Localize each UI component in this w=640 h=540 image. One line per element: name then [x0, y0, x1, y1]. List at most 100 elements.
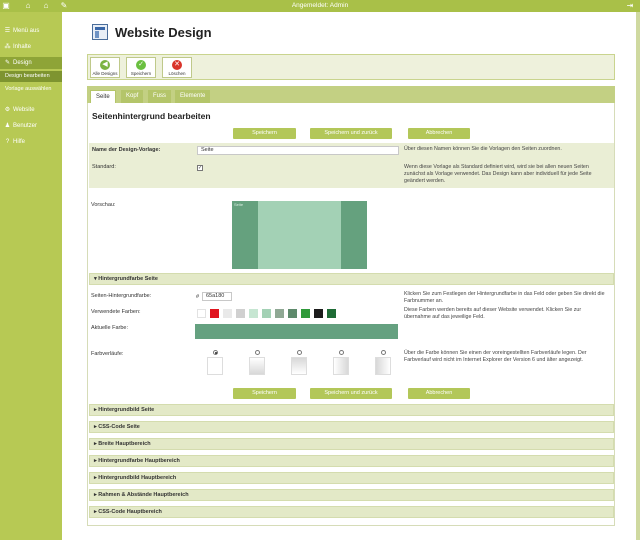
top-bar: ▣ ⌂ ⌂ ✎ Angemeldet: Admin ⇥	[0, 0, 640, 12]
sidebar-subitem-edit-design[interactable]: Design bearbeiten	[0, 71, 62, 82]
accordion-bgimage-main[interactable]: ▸ Hintergrundbild Hauptbereich	[89, 472, 614, 484]
color-swatch[interactable]	[288, 309, 297, 318]
sidebar-item-design[interactable]: ✎ Design	[0, 57, 62, 69]
sidebar-item-menu-toggle[interactable]: ☰ Menü aus	[0, 25, 62, 37]
color-swatch[interactable]	[275, 309, 284, 318]
arrow-left-icon: ◀	[100, 60, 110, 70]
bgcolor-input[interactable]: 65a180	[202, 292, 232, 301]
accordion-width-main[interactable]: ▸ Breite Hauptbereich	[89, 438, 614, 450]
save-and-back-button[interactable]: Speichern und zurück	[310, 128, 392, 139]
color-swatch[interactable]	[262, 309, 271, 318]
all-designs-button[interactable]: ◀ Alle Designs	[90, 57, 120, 78]
accordion-title: ▸ Rahmen & Abstände Hauptbereich	[94, 490, 189, 501]
gradient-radio-2[interactable]	[297, 350, 302, 355]
template-name-label: Name der Design-Vorlage:	[92, 147, 161, 153]
gradient-help: Über die Farbe können Sie einen der vore…	[404, 350, 587, 363]
sidebar-item-label: Benutzer	[13, 123, 38, 129]
login-status: Angemeldet: Admin	[291, 2, 349, 9]
accordion-bgcolor-main[interactable]: ▸ Hintergrundfarbe Hauptbereich	[89, 455, 614, 467]
tab-page[interactable]: Seite	[90, 90, 116, 103]
sidebar-item-label: Menü aus	[13, 28, 40, 34]
preview-side-right	[341, 201, 367, 269]
used-colors-label: Verwendete Farben:	[91, 309, 141, 315]
users-icon: ♟	[4, 123, 11, 129]
sidebar-item-label: Design	[13, 60, 32, 66]
website-design-icon	[92, 24, 108, 40]
gradient-label: Farbverläufe:	[91, 351, 124, 357]
sidebar-item-website[interactable]: ⚙ Website	[0, 104, 62, 116]
cancel-button[interactable]: Abbrechen	[408, 128, 470, 139]
sidebar-item-label: Hilfe	[13, 139, 26, 145]
sidebar-item-label: Website	[13, 107, 35, 113]
bgcolor-section-header[interactable]: ▾ Hintergrundfarbe Seite	[89, 273, 614, 285]
gradient-preview-3[interactable]	[333, 357, 349, 375]
accordion-css-main[interactable]: ▸ CSS-Code Hauptbereich	[89, 506, 614, 518]
gradient-preview-1[interactable]	[249, 357, 265, 375]
help-icon: ?	[5, 139, 10, 145]
bgcolor-help: Klicken Sie zum Festlegen der Hintergrun…	[404, 291, 605, 304]
template-name-help: Über diesen Namen können Sie die Vorlage…	[404, 146, 562, 152]
standard-label: Standard:	[92, 164, 116, 170]
accordion-label: CSS-Code Hauptbereich	[98, 509, 162, 515]
gradient-radio-1[interactable]	[255, 350, 260, 355]
save-button-bottom[interactable]: Speichern	[233, 388, 296, 399]
button-label: Alle Designs	[92, 71, 118, 76]
design-preview: Seite	[232, 201, 367, 269]
logout-icon[interactable]: ⇥	[626, 2, 634, 10]
save-button[interactable]: Speichern	[233, 128, 296, 139]
color-swatch[interactable]	[197, 309, 206, 318]
accordion-bg-image-page[interactable]: ▸ Hintergrundbild Seite	[89, 404, 614, 416]
sidebar-item-users[interactable]: ♟ Benutzer	[0, 120, 62, 132]
bgcolor-label: Seiten-Hintergrundfarbe:	[91, 293, 152, 299]
bgcolor-section-title: ▾ Hintergrundfarbe Seite	[94, 274, 158, 285]
cancel-button-bottom[interactable]: Abbrechen	[408, 388, 470, 399]
accordion-label: CSS-Code Seite	[98, 424, 140, 430]
toolbar: ◀ Alle Designs ✓ Speichern ✕ Löschen	[87, 54, 615, 80]
color-swatch[interactable]	[236, 309, 245, 318]
preview-label: Vorschau:	[91, 202, 116, 208]
gradient-radio-4[interactable]	[381, 350, 386, 355]
accordion-border-main[interactable]: ▸ Rahmen & Abstände Hauptbereich	[89, 489, 614, 501]
gradient-preview-2[interactable]	[291, 357, 307, 375]
gradient-preview-none[interactable]	[207, 357, 223, 375]
sidebar-item-help[interactable]: ? Hilfe	[0, 136, 62, 148]
accordion-label: Breite Hauptbereich	[98, 441, 151, 447]
save-and-back-button-bottom[interactable]: Speichern und zurück	[310, 388, 392, 399]
save-toolbar-button[interactable]: ✓ Speichern	[126, 57, 156, 78]
accordion-label: Hintergrundbild Seite	[98, 407, 155, 413]
bgcolor-title-text: Hintergrundfarbe Seite	[98, 276, 158, 282]
design-icon: ✎	[4, 60, 11, 66]
accordion-title: ▸ Breite Hauptbereich	[94, 439, 151, 450]
current-color-bar	[195, 324, 398, 339]
color-swatch[interactable]	[210, 309, 219, 318]
hash-symbol: #	[196, 294, 200, 300]
sitemap-icon: ⁂	[4, 44, 11, 50]
sidebar-item-label: Inhalte	[13, 44, 32, 50]
color-swatch[interactable]	[249, 309, 258, 318]
tab-bar: Seite Kopf Fuss Elemente	[87, 86, 615, 103]
right-scroll-strip	[636, 12, 640, 540]
tab-footer[interactable]: Fuss	[148, 90, 172, 103]
template-name-input[interactable]: Seite	[197, 146, 399, 155]
color-swatch[interactable]	[314, 309, 323, 318]
sidebar-subitem-select-template[interactable]: Vorlage auswählen	[0, 84, 62, 95]
tab-header[interactable]: Kopf	[121, 90, 144, 103]
color-swatch[interactable]	[223, 309, 232, 318]
delete-toolbar-button[interactable]: ✕ Löschen	[162, 57, 192, 78]
used-colors-help: Diese Farben werden bereits auf dieser W…	[404, 307, 582, 320]
accordion-title: ▸ CSS-Code Seite	[94, 422, 140, 433]
gradient-radio-none[interactable]	[213, 350, 218, 355]
accordion-title: ▸ Hintergrundbild Seite	[94, 405, 154, 416]
color-swatch[interactable]	[327, 309, 336, 318]
color-swatch[interactable]	[301, 309, 310, 318]
standard-checkbox[interactable]: ✓	[197, 165, 203, 171]
gradient-radio-3[interactable]	[339, 350, 344, 355]
sidebar-item-content[interactable]: ⁂ Inhalte	[0, 41, 62, 53]
accordion-label: Rahmen & Abstände Hauptbereich	[98, 492, 189, 498]
preview-side-left	[232, 201, 258, 269]
accordion-title: ▸ Hintergrundfarbe Hauptbereich	[94, 456, 180, 467]
button-label: Speichern	[130, 71, 152, 76]
gradient-preview-4[interactable]	[375, 357, 391, 375]
tab-elements[interactable]: Elemente	[175, 90, 211, 103]
accordion-css-page[interactable]: ▸ CSS-Code Seite	[89, 421, 614, 433]
